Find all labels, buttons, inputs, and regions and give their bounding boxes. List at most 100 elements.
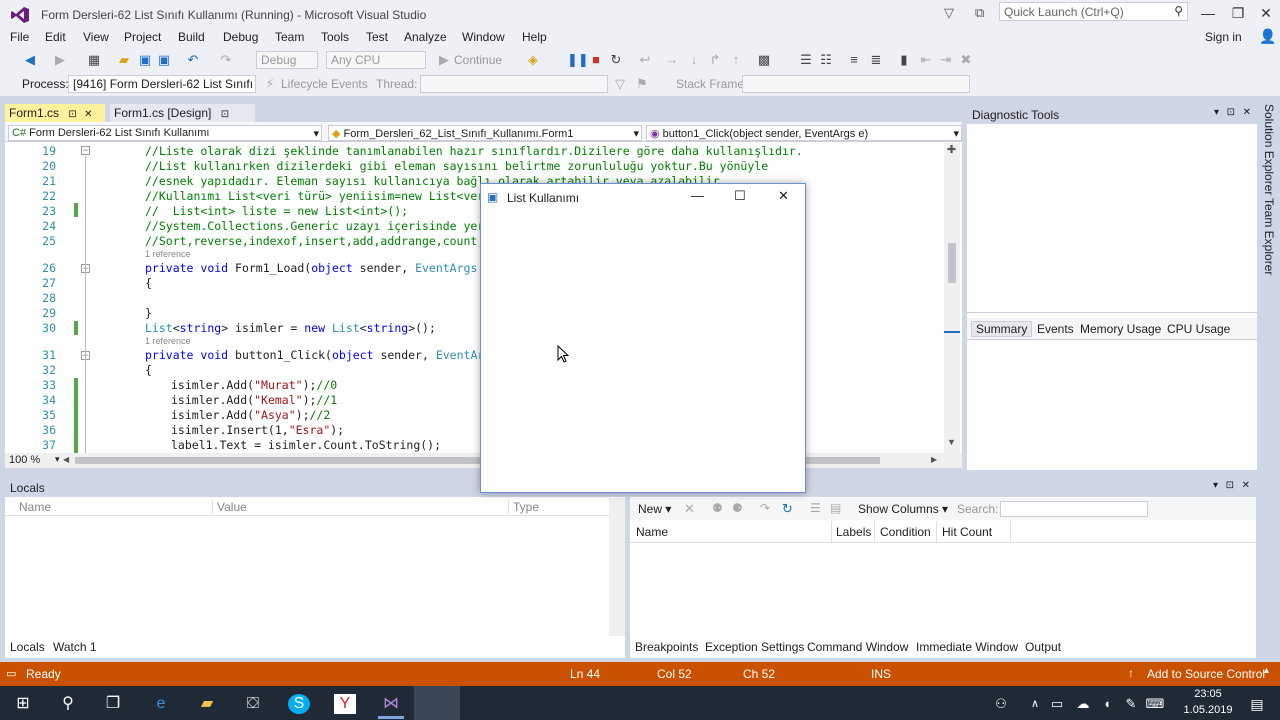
dialog-close-button[interactable]: ✕ — [778, 188, 789, 204]
tab-form1-cs[interactable]: Form1.cs ⊡ ✕ — [5, 104, 105, 122]
skype-icon[interactable]: S — [288, 694, 310, 714]
scroll-right-icon[interactable]: ▶ — [931, 455, 937, 464]
menu-edit[interactable]: Edit — [45, 30, 66, 44]
flag-threads-icon[interactable]: ⚑ — [634, 76, 650, 92]
continue-button[interactable]: Continue — [454, 53, 502, 67]
thread-dropdown[interactable] — [420, 75, 608, 93]
windows-start-icon[interactable]: ⊞ — [12, 694, 34, 714]
prev-bookmark-icon[interactable]: ⇤ — [918, 52, 934, 68]
zoom-level[interactable]: 100 % — [9, 454, 40, 466]
lifecycle-icon[interactable]: ⚡ — [262, 76, 278, 92]
toggle-all-icon[interactable]: ⚈ — [732, 501, 743, 515]
restore-button[interactable]: ❐ — [1228, 5, 1248, 22]
menu-view[interactable]: View — [83, 30, 109, 44]
attach-icon[interactable]: ◈ — [525, 52, 541, 68]
column-type[interactable]: Type — [513, 500, 539, 514]
go-to-source-icon[interactable]: ☰ — [810, 501, 821, 515]
delete-all-icon[interactable]: ⚉ — [712, 501, 723, 515]
add-to-source-control-button[interactable]: Add to Source Control — [1147, 667, 1265, 681]
bookmark-icon[interactable]: ▮ — [896, 52, 912, 68]
close-icon[interactable]: ✕ — [1242, 480, 1250, 491]
menu-tools[interactable]: Tools — [321, 30, 349, 44]
filter-icon[interactable]: ▽ — [944, 5, 954, 21]
tab-summary[interactable]: Summary — [971, 321, 1033, 337]
scroll-left-icon[interactable]: ◀ — [63, 455, 69, 464]
task-view-icon[interactable]: ❐ — [102, 694, 124, 714]
chevron-up-icon[interactable]: ▴ — [1264, 665, 1269, 676]
member-dropdown[interactable]: ◉ button1_Click(object sender, EventArgs… — [646, 125, 962, 141]
step-over-icon[interactable]: ↓ — [686, 52, 702, 68]
next-bookmark-icon[interactable]: ⇥ — [938, 52, 954, 68]
team-explorer-tab[interactable]: Team Explorer — [1262, 198, 1276, 275]
pin-icon[interactable]: ⊡ — [68, 109, 76, 120]
column-labels[interactable]: Labels — [836, 525, 871, 539]
tab-cpu-usage[interactable]: CPU Usage — [1167, 322, 1230, 336]
back-icon[interactable]: ◀ — [22, 52, 38, 68]
menu-help[interactable]: Help — [522, 30, 547, 44]
column-hit-count[interactable]: Hit Count — [942, 525, 992, 539]
language-icon[interactable]: ⌨ — [1144, 694, 1166, 714]
step-out-icon[interactable]: ↱ — [707, 52, 723, 68]
step-into-icon[interactable]: → — [664, 52, 680, 68]
export-icon[interactable]: ↷ — [760, 501, 770, 515]
platform-dropdown[interactable]: Any CPU — [326, 51, 426, 69]
process-dropdown[interactable]: [9416] Form Dersleri-62 List Sınıfı K — [68, 75, 256, 93]
new-breakpoint-button[interactable]: New ▾ — [638, 502, 671, 516]
tab-exception-settings[interactable]: Exception Settings — [700, 638, 809, 657]
show-columns-dropdown[interactable]: Show Columns ▾ — [858, 502, 948, 516]
code-lens-reference[interactable]: 1 reference — [145, 249, 191, 259]
menu-analyze[interactable]: Analyze — [404, 30, 447, 44]
menu-window[interactable]: Window — [462, 30, 505, 44]
pin-icon[interactable]: ⊡ — [221, 109, 229, 120]
breakpoints-search-input[interactable] — [1000, 501, 1148, 517]
running-app-slot[interactable] — [414, 686, 460, 720]
tab-breakpoints[interactable]: Breakpoints — [630, 638, 704, 657]
step-back-icon[interactable]: ↑ — [728, 52, 744, 68]
format-right-icon[interactable]: ☷ — [818, 52, 834, 68]
save-all-icon[interactable]: ▣ — [156, 52, 172, 68]
collapse-icon[interactable]: − — [81, 146, 90, 155]
split-icon[interactable]: ✚ — [947, 143, 956, 156]
chevron-up-icon[interactable]: ∧ — [1024, 694, 1046, 714]
format-icon[interactable]: ☰ — [798, 52, 814, 68]
column-value[interactable]: Value — [217, 500, 247, 514]
new-project-icon[interactable]: ▦ — [86, 52, 102, 68]
tab-locals[interactable]: Locals — [5, 638, 50, 657]
tab-immediate-window[interactable]: Immediate Window — [911, 638, 1023, 657]
pin-icon[interactable]: ⊡ — [1227, 107, 1235, 118]
dropdown-icon[interactable]: ▾ — [1214, 107, 1219, 118]
tab-output[interactable]: Output — [1020, 638, 1066, 657]
clear-bookmarks-icon[interactable]: ✖ — [958, 52, 974, 68]
search-icon[interactable]: ⚲ — [57, 694, 79, 714]
undo-icon[interactable]: ↶ — [185, 52, 201, 68]
code-lens-reference[interactable]: 1 reference — [145, 336, 191, 346]
save-icon[interactable]: ▣ — [137, 52, 153, 68]
redo-icon[interactable]: ↷ — [218, 52, 234, 68]
edge-icon[interactable]: e — [150, 694, 172, 714]
stop-icon[interactable]: ■ — [588, 52, 604, 68]
tab-watch-1[interactable]: Watch 1 — [48, 638, 102, 657]
column-name[interactable]: Name — [19, 500, 51, 514]
go-to-disassembly-icon[interactable]: ▤ — [830, 501, 841, 515]
menu-build[interactable]: Build — [178, 30, 205, 44]
scroll-down-icon[interactable]: ▼ — [947, 437, 956, 447]
store-icon[interactable]: ⛋ — [242, 694, 264, 714]
forward-icon[interactable]: ▶ — [52, 52, 68, 68]
class-dropdown[interactable]: ◆ Form_Dersleri_62_List_Sınıfı_Kullanımı… — [328, 125, 642, 141]
configuration-dropdown[interactable]: Debug — [256, 51, 318, 69]
people-icon[interactable]: ⚇ — [990, 694, 1012, 714]
uncomment-icon[interactable]: ≣ — [868, 52, 884, 68]
visual-studio-taskbar-icon[interactable]: ⋈ — [380, 694, 402, 714]
project-dropdown[interactable]: C# Form Dersleri-62 List Sınıfı Kullanım… — [8, 125, 322, 141]
tab-events[interactable]: Events — [1037, 322, 1074, 336]
pause-icon[interactable]: ❚❚ — [567, 52, 589, 68]
tab-command-window[interactable]: Command Window — [802, 638, 913, 657]
close-tab-icon[interactable]: ✕ — [84, 109, 92, 120]
account-icon[interactable]: 👤 — [1259, 28, 1276, 45]
delete-icon[interactable]: ✕ — [684, 501, 695, 517]
editor-vertical-scrollbar[interactable]: ✚ ▼ — [944, 143, 960, 453]
minimize-button[interactable]: — — [1198, 5, 1218, 21]
quick-launch-input[interactable]: Quick Launch (Ctrl+Q) ⚲ — [999, 2, 1188, 21]
import-icon[interactable]: ↻ — [782, 501, 793, 517]
tab-form1-design[interactable]: Form1.cs [Design] ⊡ — [110, 104, 255, 122]
